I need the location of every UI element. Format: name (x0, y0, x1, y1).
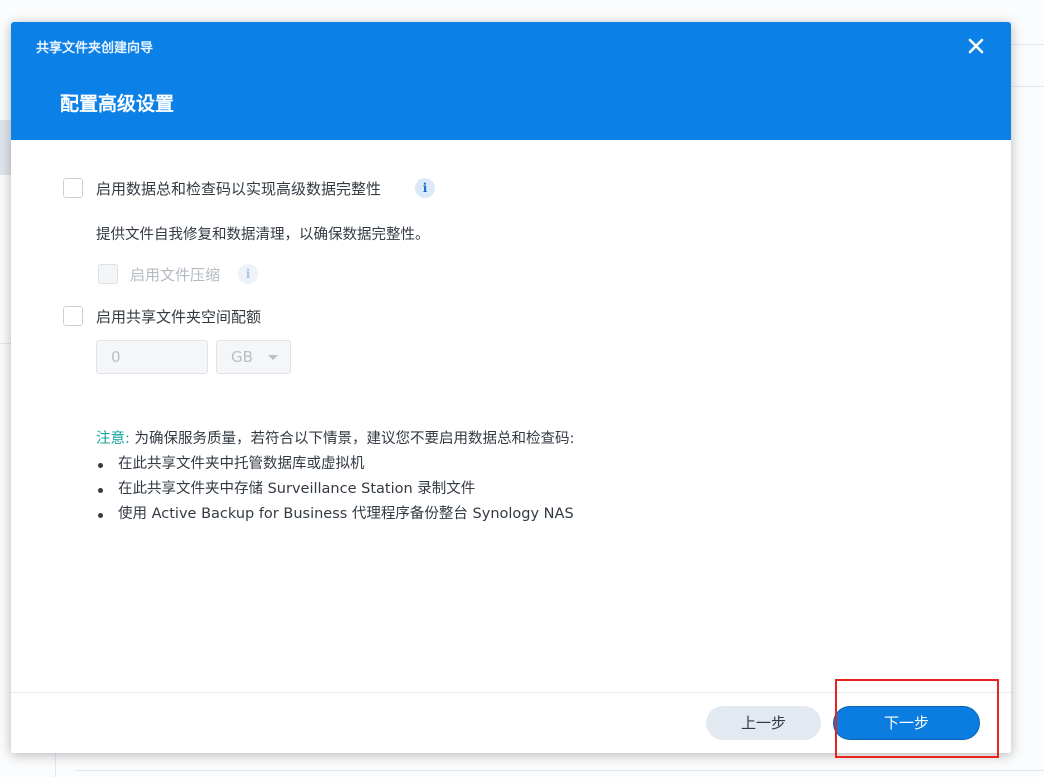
note-list: 在此共享文件夹中托管数据库或虚拟机 在此共享文件夹中存储 Surveillanc… (96, 452, 574, 527)
compression-checkbox[interactable] (98, 264, 118, 284)
dialog-footer: 上一步 下一步 (11, 692, 1011, 753)
checksum-label[interactable]: 启用数据总和检查码以实现高级数据完整性 (96, 178, 381, 199)
shared-folder-wizard-dialog: 共享文件夹创建向导 配置高级设置 启用数据总和检查码以实现高级数据完整性 i 提… (11, 22, 1011, 753)
step-title: 配置高级设置 (60, 93, 175, 115)
quota-size-input[interactable]: 0 (96, 340, 208, 374)
checksum-info-icon[interactable]: i (415, 178, 435, 198)
note-list-item: 在此共享文件夹中托管数据库或虚拟机 (96, 452, 574, 477)
chevron-down-icon (268, 355, 278, 360)
checksum-description: 提供文件自我修复和数据清理，以确保数据完整性。 (96, 227, 430, 243)
dialog-header: 共享文件夹创建向导 配置高级设置 (11, 22, 1011, 140)
checksum-checkbox[interactable] (63, 178, 83, 198)
quota-label[interactable]: 启用共享文件夹空间配额 (96, 306, 261, 327)
note-message: 为确保服务质量，若符合以下情景，建议您不要启用数据总和检查码: (134, 431, 575, 447)
previous-button[interactable]: 上一步 (706, 706, 821, 740)
background-divider (1012, 86, 1044, 87)
note-list-item: 在此共享文件夹中存储 Surveillance Station 录制文件 (96, 477, 574, 502)
note-list-item: 使用 Active Backup for Business 代理程序备份整台 S… (96, 502, 574, 527)
wizard-title: 共享文件夹创建向导 (36, 41, 154, 56)
background-divider (1012, 44, 1044, 45)
background-divider (0, 343, 11, 344)
compression-label[interactable]: 启用文件压缩 (130, 264, 220, 285)
background-divider (75, 770, 1044, 771)
close-button[interactable] (966, 36, 986, 56)
close-icon (968, 38, 984, 54)
next-button[interactable]: 下一步 (833, 706, 980, 740)
quota-unit-value: GB (231, 348, 253, 366)
background-divider (55, 753, 56, 777)
compression-info-icon[interactable]: i (238, 264, 258, 284)
quota-unit-select[interactable]: GB (216, 340, 291, 374)
note-text: 注意: 为确保服务质量，若符合以下情景，建议您不要启用数据总和检查码: (96, 427, 574, 448)
note-label: 注意: (96, 431, 130, 447)
quota-checkbox[interactable] (63, 306, 83, 326)
dialog-body: 启用数据总和检查码以实现高级数据完整性 i 提供文件自我修复和数据清理，以确保数… (11, 140, 1011, 692)
